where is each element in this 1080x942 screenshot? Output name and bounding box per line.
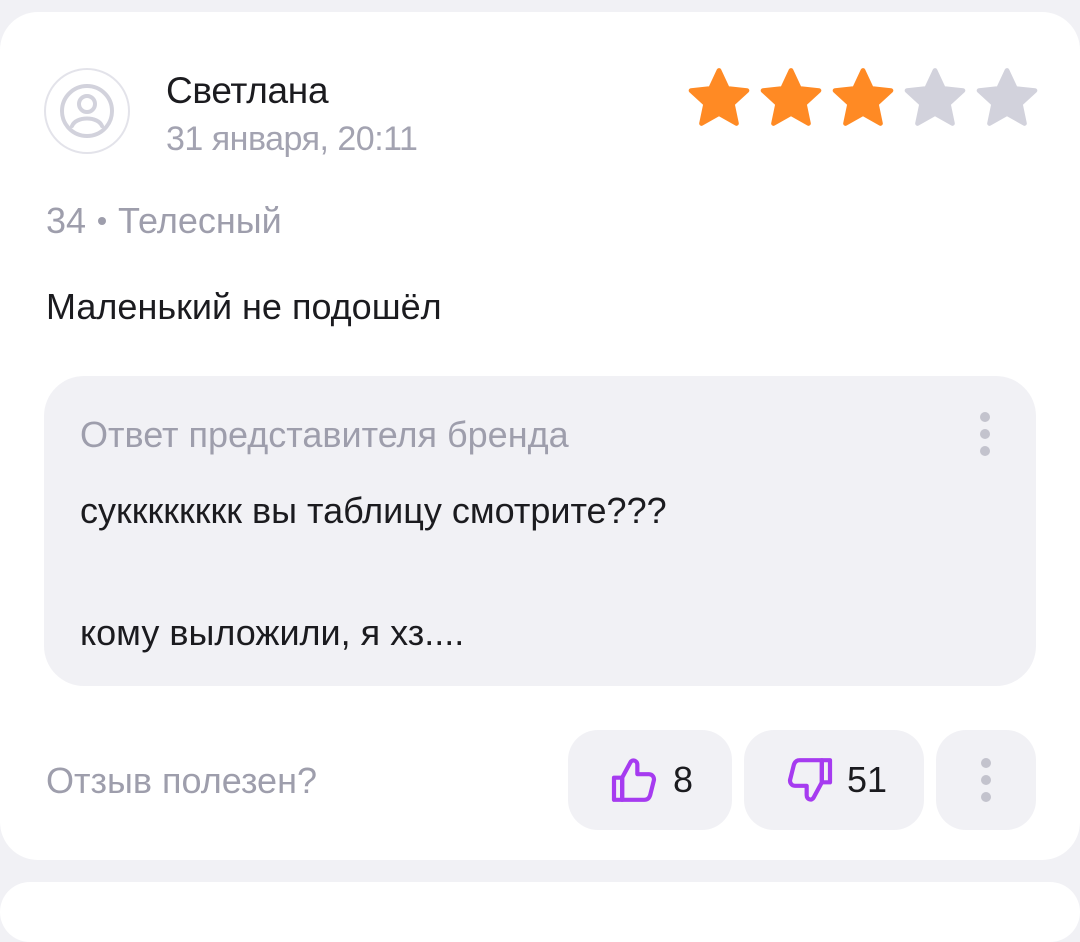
likes-count: 8 (672, 759, 694, 800)
avatar (44, 68, 130, 154)
rating-stars (684, 64, 1042, 134)
user-avatar-icon (60, 84, 114, 138)
helpful-question: Отзыв полезен? (46, 760, 317, 801)
star-filled-icon (760, 68, 822, 126)
brand-reply: Ответ представителя бренда сукккккккк вы… (44, 376, 1036, 686)
reply-text-line-2: кому выложили, я хз.... (80, 612, 465, 653)
size-value: 34 (46, 200, 87, 241)
more-options-button[interactable] (936, 730, 1036, 830)
star-filled-icon (688, 68, 750, 126)
thumbs-down-icon (787, 758, 833, 802)
dislikes-count: 51 (846, 759, 888, 800)
review-card: Светлана 31 января, 20:11 34 Телесный Ма… (0, 12, 1080, 860)
color-value: Телесный (118, 200, 282, 241)
star-empty-icon (976, 68, 1038, 126)
star-filled-icon (832, 68, 894, 126)
reply-text-line-1: сукккккккк вы таблицу смотрите??? (80, 490, 667, 531)
dislike-button[interactable]: 51 (744, 730, 924, 830)
reply-more-icon[interactable] (980, 412, 990, 456)
star-empty-icon (904, 68, 966, 126)
next-review-card (0, 882, 1080, 942)
more-vertical-icon (981, 758, 991, 802)
thumbs-up-icon (611, 758, 657, 802)
like-button[interactable]: 8 (568, 730, 732, 830)
review-text: Маленький не подошёл (46, 286, 442, 327)
review-date: 31 января, 20:11 (166, 120, 418, 158)
separator-dot (98, 217, 107, 225)
author-name: Светлана (166, 70, 329, 111)
product-params: 34 Телесный (46, 200, 282, 242)
reply-title: Ответ представителя бренда (80, 414, 569, 455)
